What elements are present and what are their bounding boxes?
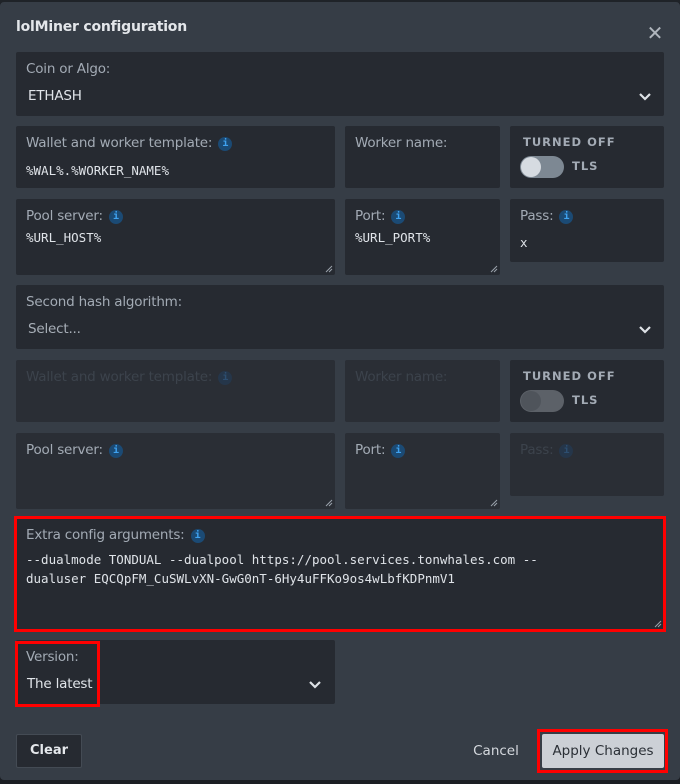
cancel-button[interactable]: Cancel xyxy=(470,734,522,768)
worker-name-field[interactable]: Worker name: xyxy=(345,126,500,188)
chevron-down-icon xyxy=(639,93,651,101)
coin-select[interactable]: Coin or Algo: ETHASH xyxy=(16,52,664,116)
resize-handle-icon[interactable] xyxy=(654,620,662,628)
info-icon[interactable]: i xyxy=(190,529,205,543)
pool-server-value: %URL_HOST% xyxy=(26,230,102,245)
tls-panel: TURNED OFF TLS xyxy=(510,126,664,188)
pool-server-label: Pool server: xyxy=(26,208,103,224)
pass-value: x xyxy=(520,235,528,250)
second-algo-label: Second hash algorithm: xyxy=(26,294,182,310)
info-icon: i xyxy=(218,371,233,385)
extra-config-label: Extra config arguments: xyxy=(26,527,185,543)
second-tls-toggle xyxy=(520,390,564,412)
wallet-template-field[interactable]: Wallet and worker template: i %WAL%.%WORK… xyxy=(16,126,335,188)
wallet-template-value: %WAL%.%WORKER_NAME% xyxy=(26,163,169,178)
toggle-knob xyxy=(521,391,541,411)
pass-label-row: Pass: i xyxy=(520,208,574,224)
second-tls-label: TLS xyxy=(572,393,599,407)
info-icon[interactable]: i xyxy=(391,444,406,458)
tls-toggle[interactable] xyxy=(520,156,564,178)
second-port-label: Port: xyxy=(355,442,386,458)
clear-button[interactable]: Clear xyxy=(16,734,82,768)
second-wallet-template-label: Wallet and worker template: xyxy=(26,369,213,385)
second-algo-select[interactable]: Second hash algorithm: Select... xyxy=(16,285,664,349)
pass-label: Pass: xyxy=(520,208,554,224)
extra-config-field[interactable]: Extra config arguments: i --dualmode TOND… xyxy=(16,518,664,630)
resize-handle-icon[interactable] xyxy=(325,499,333,507)
resize-handle-icon[interactable] xyxy=(490,499,498,507)
port-label-row: Port: i xyxy=(355,208,406,224)
pool-server-field[interactable]: Pool server: i %URL_HOST% xyxy=(16,199,335,275)
info-icon: i xyxy=(559,444,574,458)
wallet-template-label: Wallet and worker template: xyxy=(26,135,213,151)
close-icon[interactable]: ✕ xyxy=(644,22,666,44)
info-icon[interactable]: i xyxy=(108,210,123,224)
extra-config-label-row: Extra config arguments: i xyxy=(26,527,205,543)
second-pool-server-field[interactable]: Pool server: i xyxy=(16,433,335,509)
resize-handle-icon[interactable] xyxy=(325,265,333,273)
second-port-label-row: Port: i xyxy=(355,442,406,458)
port-label: Port: xyxy=(355,208,386,224)
resize-handle-icon[interactable] xyxy=(490,265,498,273)
tls-status: TURNED OFF xyxy=(523,135,616,149)
dialog-title: lolMiner configuration xyxy=(16,19,187,35)
second-worker-name-field: Worker name: xyxy=(345,360,500,422)
second-wallet-template-field: Wallet and worker template: i xyxy=(16,360,335,422)
version-value: The latest xyxy=(27,676,93,692)
second-tls-panel: TURNED OFF TLS xyxy=(510,360,664,422)
info-icon[interactable]: i xyxy=(218,137,233,151)
config-dialog: lolMiner configuration ✕ Coin or Algo: E… xyxy=(0,2,680,780)
second-algo-placeholder: Select... xyxy=(28,321,81,337)
chevron-down-icon xyxy=(309,681,321,689)
second-worker-name-label: Worker name: xyxy=(355,369,448,385)
pass-field[interactable]: Pass: i x xyxy=(510,199,664,262)
second-tls-status: TURNED OFF xyxy=(523,369,616,383)
second-pass-label: Pass: xyxy=(520,442,554,458)
second-pass-label-row: Pass: i xyxy=(520,442,574,458)
second-pool-server-label: Pool server: xyxy=(26,442,103,458)
version-label: Version: xyxy=(26,649,79,665)
port-field[interactable]: Port: i %URL_PORT% xyxy=(345,199,500,275)
info-icon[interactable]: i xyxy=(108,444,123,458)
tls-label: TLS xyxy=(572,159,599,173)
coin-label: Coin or Algo: xyxy=(26,61,111,77)
second-pass-field: Pass: i xyxy=(510,433,664,496)
info-icon[interactable]: i xyxy=(559,210,574,224)
toggle-knob xyxy=(521,157,541,177)
chevron-down-icon xyxy=(639,326,651,334)
apply-changes-button[interactable]: Apply Changes xyxy=(542,734,664,768)
second-wallet-template-label-row: Wallet and worker template: i xyxy=(26,369,233,385)
coin-value: ETHASH xyxy=(28,88,82,104)
extra-config-value: --dualmode TONDUAL --dualpool https://po… xyxy=(26,552,538,586)
worker-name-label: Worker name: xyxy=(355,135,448,151)
wallet-template-label-row: Wallet and worker template: i xyxy=(26,135,233,151)
second-port-field[interactable]: Port: i xyxy=(345,433,500,509)
second-pool-server-label-row: Pool server: i xyxy=(26,442,123,458)
port-value: %URL_PORT% xyxy=(355,230,431,245)
info-icon[interactable]: i xyxy=(391,210,406,224)
pool-server-label-row: Pool server: i xyxy=(26,208,123,224)
version-select[interactable]: Version: The latest xyxy=(16,640,335,704)
